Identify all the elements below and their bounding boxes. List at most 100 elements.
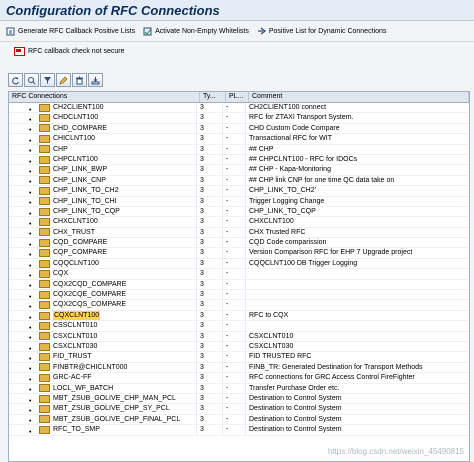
rfc-connection-cell[interactable]: CHP_LINK_TO_CH2 (9, 186, 196, 195)
column-header-type[interactable]: Ty... (200, 92, 226, 102)
table-row[interactable]: FID_TRUST3-FID TRUSTED RFC (9, 352, 469, 362)
rfc-connection-cell[interactable]: MBT_ZSUB_GOLIVE_CHP_MAN_PCL (9, 394, 196, 403)
folder-icon (39, 395, 50, 403)
generate-positive-lists-button[interactable]: Generate RFC Callback Positive Lists (6, 27, 135, 36)
table-row[interactable]: CQP_COMPARE3-Version Comparison RFC for … (9, 248, 469, 258)
table-row[interactable]: MBT_ZSUB_GOLIVE_CHP_SY_PCL3-Destination … (9, 404, 469, 414)
table-row[interactable]: CHPCLNT1003-## CHPCLNT100 - RFC for IDOC… (9, 155, 469, 165)
folder-icon (39, 374, 50, 382)
rfc-connection-cell[interactable]: FID_TRUST (9, 352, 196, 361)
grid-header: RFC Connections Ty... PL... Comment (9, 92, 469, 103)
table-row[interactable]: CHP_LINK_BWP3-## CHP - Kapa-Monitoring (9, 165, 469, 175)
find-icon[interactable] (24, 73, 39, 87)
rfc-connection-cell[interactable]: CQX2CQD_COMPARE (9, 280, 196, 289)
column-header-comment[interactable]: Comment (249, 92, 469, 102)
table-row[interactable]: CHP_LINK_TO_CHI3-Trigger Logging Change (9, 197, 469, 207)
filter-icon[interactable] (40, 73, 55, 87)
rfc-connection-cell[interactable]: MBT_ZSUB_GOLIVE_CHP_FINAL_PCL (9, 415, 196, 424)
type-cell: 3 (196, 332, 222, 341)
rfc-connection-cell[interactable]: CQQCLNT100 (9, 259, 196, 268)
application-toolbar: Generate RFC Callback Positive Lists Act… (0, 21, 474, 42)
folder-icon (39, 135, 50, 143)
table-row[interactable]: MBT_ZSUB_GOLIVE_CHP_MAN_PCL3-Destination… (9, 394, 469, 404)
column-header-pl[interactable]: PL... (226, 92, 249, 102)
table-row[interactable]: CSXCLNT0103-CSXCLNT010 (9, 332, 469, 342)
table-row[interactable]: FINBTR@CHICLNT0003-FINB_TR: Generated De… (9, 363, 469, 373)
table-row[interactable]: CSXCLNT0303-CSXCLNT030 (9, 342, 469, 352)
comment-cell: CQD Code comparission (245, 238, 469, 247)
table-row[interactable]: CHICLNT1003-Transactional RFC for WIT (9, 134, 469, 144)
table-row[interactable]: CQQCLNT1003-CQQCLNT100 DB Trigger Loggin… (9, 259, 469, 269)
rfc-connection-cell[interactable]: GRC-AC-FF (9, 373, 196, 382)
rfc-connection-cell[interactable]: CQX2CQS_COMPARE (9, 300, 196, 309)
rfc-connection-cell[interactable]: MBT_ZSUB_GOLIVE_CHP_SY_PCL (9, 404, 196, 413)
table-row[interactable]: CHDCLNT1003-RFC for ZTAXI Transport Syst… (9, 113, 469, 123)
table-row[interactable]: CHP_LINK_TO_CQP3-CHP_LINK_TO_CQP (9, 207, 469, 217)
delete-icon[interactable] (72, 73, 87, 87)
rfc-connection-cell[interactable]: CHX_TRUST (9, 228, 196, 237)
table-row[interactable]: CHX_TRUST3-CHX Trusted RFC (9, 228, 469, 238)
table-row[interactable]: CQX3- (9, 269, 469, 279)
column-header-rfc-connections[interactable]: RFC Connections (9, 92, 200, 102)
rfc-connection-name: CHD_COMPARE (53, 124, 107, 133)
table-row[interactable]: LOCL_WF_BATCH3-Transfer Purchase Order e… (9, 384, 469, 394)
table-row[interactable]: CQX2CQD_COMPARE3- (9, 280, 469, 290)
table-row[interactable]: RFC_TO_SMP3-Destination to Control Syste… (9, 425, 469, 435)
table-row[interactable]: GRC-AC-FF3-RFC connections for GRC Acces… (9, 373, 469, 383)
title-bar: Configuration of RFC Connections (0, 0, 474, 21)
comment-cell: CHP_LINK_TO_CQP (245, 207, 469, 216)
rfc-connection-name: FID_TRUST (53, 352, 92, 361)
rfc-connection-cell[interactable]: CHD_COMPARE (9, 124, 196, 133)
type-cell: 3 (196, 259, 222, 268)
table-row[interactable]: CHP3-## CHP (9, 145, 469, 155)
comment-cell: FID TRUSTED RFC (245, 352, 469, 361)
rfc-connection-cell[interactable]: RFC_TO_SMP (9, 425, 196, 434)
table-row[interactable]: CQX2CQS_COMPARE3- (9, 300, 469, 310)
rfc-connection-cell[interactable]: CH2CLIENT100 (9, 103, 196, 112)
rfc-connection-cell[interactable]: CHP (9, 145, 196, 154)
tree-bullet-icon (29, 324, 33, 328)
rfc-connection-cell[interactable]: CHDCLNT100 (9, 113, 196, 122)
rfc-connection-cell[interactable]: CHP_LINK_BWP (9, 165, 196, 174)
rfc-connection-cell[interactable]: CHICLNT100 (9, 134, 196, 143)
pl-cell: - (222, 425, 245, 434)
table-row[interactable]: CQXCLNT1003-RFC to CQX (9, 311, 469, 321)
activate-whitelists-button[interactable]: Activate Non-Empty Whitelists (143, 27, 249, 36)
refresh-icon[interactable] (8, 73, 23, 87)
table-row[interactable]: CHP_LINK_TO_CH23-CHP_LINK_TO_CH2' (9, 186, 469, 196)
rfc-connection-cell[interactable]: CHP_LINK_CNP (9, 176, 196, 185)
rfc-connection-cell[interactable]: CQD_COMPARE (9, 238, 196, 247)
rfc-connection-cell[interactable]: CHXCLNT100 (9, 217, 196, 226)
comment-cell: Version Comparison RFC for EHP 7 Upgrade… (245, 248, 469, 257)
table-row[interactable]: CH2CLIENT1003-CH2CLIENT100 connect (9, 103, 469, 113)
pl-cell: - (222, 145, 245, 154)
folder-icon (39, 239, 50, 247)
rfc-connection-cell[interactable]: CQX2CQE_COMPARE (9, 290, 196, 299)
table-row[interactable]: MBT_ZSUB_GOLIVE_CHP_FINAL_PCL3-Destinati… (9, 415, 469, 425)
table-row[interactable]: CSSCLNT0103- (9, 321, 469, 331)
rfc-connection-cell[interactable]: LOCL_WF_BATCH (9, 384, 196, 393)
table-row[interactable]: CHP_LINK_CNP3-## CHP link CNP for one ti… (9, 176, 469, 186)
folder-icon (39, 291, 50, 299)
status-text: RFC callback check not secure (28, 48, 124, 55)
rfc-connection-cell[interactable]: FINBTR@CHICLNT000 (9, 363, 196, 372)
table-row[interactable]: CHXCLNT1003-CHXCLNT100 (9, 217, 469, 227)
rfc-connection-cell[interactable]: CHP_LINK_TO_CQP (9, 207, 196, 216)
edit-icon[interactable] (56, 73, 71, 87)
rfc-connection-cell[interactable]: CSXCLNT010 (9, 332, 196, 341)
rfc-connection-cell[interactable]: CQX (9, 269, 196, 278)
type-cell: 3 (196, 186, 222, 195)
tree-bullet-icon (29, 272, 33, 276)
rfc-connection-cell[interactable]: CHP_LINK_TO_CHI (9, 197, 196, 206)
rfc-connection-cell[interactable]: CQP_COMPARE (9, 248, 196, 257)
table-row[interactable]: CQD_COMPARE3-CQD Code comparission (9, 238, 469, 248)
rfc-connection-cell[interactable]: CHPCLNT100 (9, 155, 196, 164)
rfc-connection-cell[interactable]: CSXCLNT030 (9, 342, 196, 351)
activate-label: Activate Non-Empty Whitelists (155, 28, 249, 35)
export-icon[interactable] (88, 73, 103, 87)
positive-list-dynamic-button[interactable]: Positive List for Dynamic Connections (257, 27, 387, 36)
rfc-connection-cell[interactable]: CQXCLNT100 (9, 311, 196, 320)
table-row[interactable]: CHD_COMPARE3-CHD Custom Code Compare (9, 124, 469, 134)
rfc-connection-cell[interactable]: CSSCLNT010 (9, 321, 196, 330)
table-row[interactable]: CQX2CQE_COMPARE3- (9, 290, 469, 300)
